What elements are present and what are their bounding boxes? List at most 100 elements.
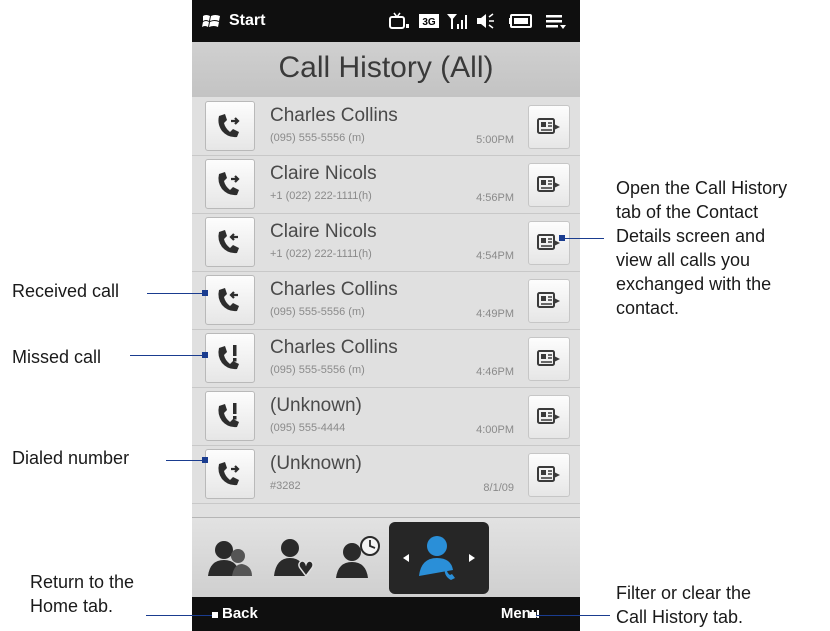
phone-number: (095) 555-5556 (m) [270,306,365,318]
contact-name: Charles Collins [270,337,398,358]
return-home-line-2: Home tab. [30,596,114,616]
contact-details-marker [559,235,565,241]
dialed-number-marker [202,457,208,463]
received-call-icon [218,288,239,312]
filter-callout: Filter or clear the Call History tab. [616,581,751,629]
missed-call-icon [218,403,239,428]
connection-icon [546,15,566,29]
return-home-callout: Return to the Home tab. [30,570,134,618]
phone-screen: Start 3G Call History (All) Charles Coll… [192,0,580,631]
call-row[interactable]: (Unknown) (095) 555-4444 4:00PM [192,387,580,446]
start-label[interactable]: Start [229,12,265,30]
contact-details-leader-line [562,238,604,239]
contact-details-line-3: Details screen and [616,226,766,246]
call-history-tab[interactable] [389,522,489,594]
dialed-number-leader-line [166,460,205,461]
call-row[interactable]: Charles Collins (095) 555-5556 (m) 4:49P… [192,271,580,330]
filter-line-1: Filter or clear the [616,583,752,603]
status-bar: Start 3G [192,0,580,42]
recent-tab[interactable] [330,530,386,586]
received-call-marker [202,290,208,296]
call-time: 8/1/09 [483,482,514,494]
call-row[interactable]: Claire Nicols +1 (022) 222-1111(h) 4:54P… [192,213,580,272]
contact-name: (Unknown) [270,453,362,474]
phone-number: #3282 [270,480,301,492]
contact-details-line-1: Open the Call History [616,178,788,198]
3g-icon: 3G [419,14,439,28]
contact-details-button[interactable] [528,221,570,265]
contact-details-line-6: contact. [616,298,680,318]
contact-details-button[interactable] [528,337,570,381]
phone-number: +1 (022) 222-1111(h) [270,190,372,202]
missed-call-icon [218,345,239,370]
call-row[interactable]: Claire Nicols +1 (022) 222-1111(h) 4:56P… [192,155,580,214]
call-time: 4:56PM [476,192,514,204]
svg-text:3G: 3G [422,17,436,28]
contact-card-icon [537,176,560,192]
contact-name: (Unknown) [270,395,362,416]
received-call-leader-line [147,293,205,294]
signal-strength-icon [447,14,467,29]
contact-card-icon [537,118,560,134]
phone-number: +1 (022) 222-1111(h) [270,248,372,260]
received-call-callout: Received call [12,281,120,301]
call-time: 4:46PM [476,366,514,378]
missed-call-marker [202,352,208,358]
people-tab-bar [192,517,580,598]
return-home-line-1: Return to the [30,572,135,592]
call-back-button[interactable] [205,275,255,325]
phone-number: (095) 555-5556 (m) [270,364,365,376]
call-back-button[interactable] [205,101,255,151]
softkey-bar: Back Menu [192,597,580,631]
dialed-call-icon [218,114,240,138]
filter-leader-line [536,615,610,616]
call-time: 4:00PM [476,424,514,436]
contact-details-line-4: view all calls you [616,250,751,270]
contact-name: Charles Collins [270,279,398,300]
tv-signal-icon [389,12,409,29]
contact-details-callout: Open the Call History tab of the Contact… [616,176,787,320]
call-back-button[interactable] [205,217,255,267]
call-back-button[interactable] [205,449,255,499]
contact-details-button[interactable] [528,105,570,149]
contact-name: Charles Collins [270,105,398,126]
contact-details-button[interactable] [528,279,570,323]
contact-card-icon [537,408,560,424]
received-call-icon [218,230,239,254]
contact-card-icon [537,234,560,250]
call-row[interactable]: Charles Collins (095) 555-5556 (m) 4:46P… [192,329,580,388]
windows-flag-icon[interactable] [202,13,222,29]
favorites-tab[interactable] [266,530,322,586]
phone-number: (095) 555-4444 [270,422,346,434]
page-title: Call History (All) [278,51,494,84]
call-back-button[interactable] [205,333,255,383]
missed-call-callout: Missed call [12,347,102,367]
dialed-number-callout: Dialed number [12,448,130,468]
call-back-button[interactable] [205,391,255,441]
call-back-button[interactable] [205,159,255,209]
call-time: 4:54PM [476,250,514,262]
contact-details-line-5: exchanged with the [616,274,772,294]
missed-call-leader-line [130,355,205,356]
call-time: 4:49PM [476,308,514,320]
contact-card-icon [537,292,560,308]
call-row[interactable]: (Unknown) #3282 8/1/09 [192,445,580,504]
contact-details-button[interactable] [528,453,570,497]
contact-name: Claire Nicols [270,163,377,184]
call-history-tab-icon [403,536,475,580]
dialed-call-icon [218,462,240,486]
filter-line-2: Call History tab. [616,607,744,627]
contact-card-icon [537,350,560,366]
phone-number: (095) 555-5556 (m) [270,132,365,144]
return-home-marker [212,612,218,618]
back-softkey[interactable]: Back [222,605,258,622]
contact-details-line-2: tab of the Contact [616,202,759,222]
speaker-icon [477,13,494,29]
all-contacts-tab[interactable] [202,530,258,586]
contact-details-button[interactable] [528,163,570,207]
call-row[interactable]: Charles Collins (095) 555-5556 (m) 5:00P… [192,97,580,156]
battery-icon [509,14,532,28]
title-bar: Call History (All) [192,42,580,98]
call-time: 5:00PM [476,134,514,146]
contact-details-button[interactable] [528,395,570,439]
